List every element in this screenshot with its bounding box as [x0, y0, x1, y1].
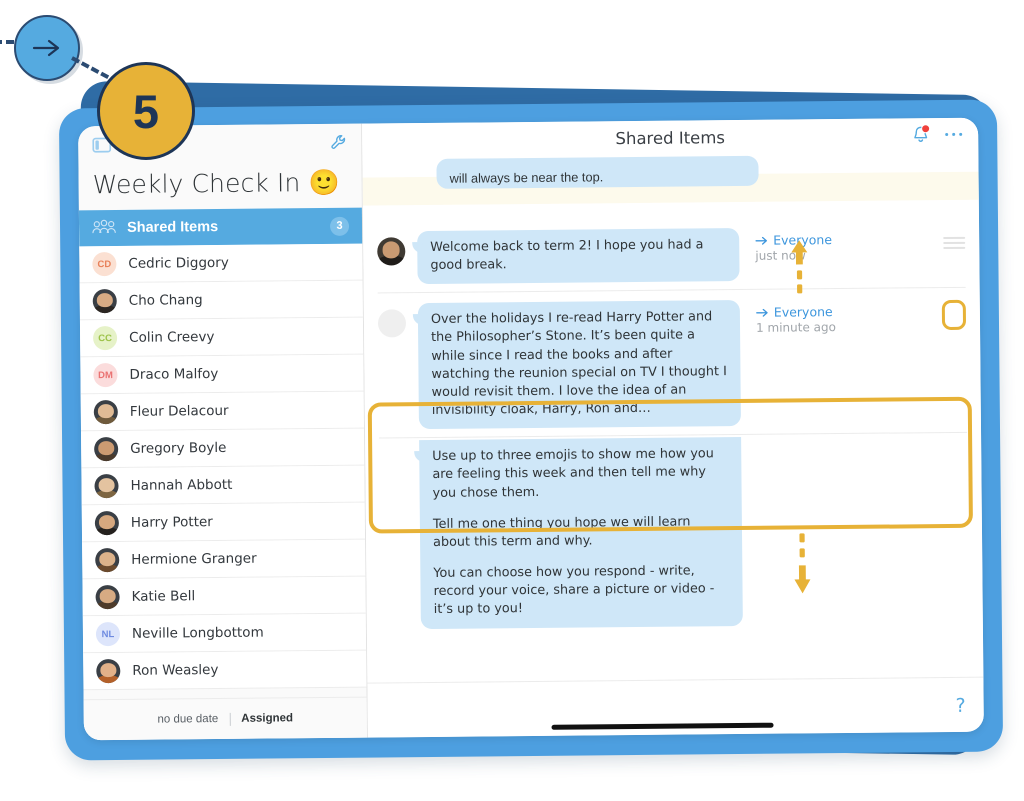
list-item-label: Hannah Abbott [130, 476, 233, 494]
avatar [93, 399, 118, 425]
message-text: Over the holidays I re-read Harry Potter… [430, 309, 727, 419]
arrow-right-small-icon [755, 236, 767, 245]
message-bubble[interactable]: Use up to three emojis to show me how yo… [419, 437, 743, 629]
main-title: Shared Items [615, 127, 726, 148]
shared-items-count: 3 [329, 216, 350, 236]
message-meta: Everyone just now [755, 226, 896, 281]
message-list: Welcome back to term 2! I hope you had a… [363, 222, 983, 643]
help-question-icon[interactable]: ? [955, 695, 965, 717]
message-recipient[interactable]: Everyone [756, 304, 896, 320]
arrow-right-small-icon [756, 308, 768, 317]
notification-bell-icon[interactable] [912, 124, 930, 144]
message-timestamp: 1 minute ago [755, 320, 837, 336]
list-item[interactable]: Gregory Boyle [81, 428, 365, 469]
hamburger-menu-icon[interactable] [941, 300, 967, 331]
message-meta: Everyone 1 minute ago [756, 299, 897, 426]
message-recipient[interactable]: Everyone [755, 231, 895, 248]
list-item[interactable]: Hannah Abbott [81, 465, 365, 506]
message-text: Use up to three emojis to show me how yo… [432, 446, 714, 501]
recipient-label: Everyone [773, 304, 833, 320]
list-item[interactable]: Fleur Delacour [80, 391, 364, 432]
footer-divider [229, 712, 231, 726]
list-item[interactable]: CC Colin Creevy [79, 317, 364, 358]
avatar-placeholder [377, 309, 407, 338]
list-item-label: Hermione Granger [131, 550, 257, 568]
message-avatar-slot [377, 231, 418, 285]
avatar [96, 658, 121, 684]
list-item[interactable]: Ron Weasley [83, 650, 367, 691]
avatar [94, 510, 119, 536]
list-item-label: Ron Weasley [132, 662, 219, 679]
main-footer: ? [367, 676, 984, 738]
list-item[interactable]: CD Cedric Diggory [79, 243, 363, 284]
message-row[interactable]: Over the holidays I re-read Harry Potter… [364, 288, 981, 438]
list-item-label: Neville Longbottom [131, 624, 264, 642]
sidebar-item-label: Shared Items [126, 218, 219, 236]
list-item-label: Colin Creevy [129, 329, 215, 346]
list-item-label: Fleur Delacour [129, 402, 229, 420]
scroll-up-arrow-icon [787, 238, 812, 299]
sidebar-footer: no due date Assigned [83, 696, 367, 741]
home-indicator [551, 722, 774, 730]
list-item-label: Cho Chang [128, 292, 203, 309]
avatar [92, 288, 117, 314]
avatar [377, 237, 406, 266]
list-item[interactable]: DM Draco Malfoy [80, 354, 364, 395]
avatar-initials: NL [95, 621, 121, 647]
message-bubble[interactable]: Welcome back to term 2! I hope you had a… [417, 227, 740, 285]
list-item-label: Cedric Diggory [128, 254, 229, 272]
screenshot-stage: 5 Weekly Check In 🙂 Shared Items 3 CD Ce… [0, 0, 1024, 801]
avatar-initials: CC [92, 325, 118, 351]
sidebar: Weekly Check In 🙂 Shared Items 3 CD Cedri… [78, 123, 368, 741]
avatar [94, 436, 119, 462]
list-item-label: Katie Bell [131, 588, 196, 605]
people-group-icon [92, 218, 116, 237]
avatar [95, 547, 120, 573]
more-options-icon[interactable] [944, 132, 963, 137]
sidebar-item-shared-items[interactable]: Shared Items 3 [78, 207, 363, 247]
partial-message-bubble: will always be near the top. [436, 155, 759, 189]
due-date-label: no due date [157, 713, 219, 726]
arrow-right-icon [14, 15, 80, 81]
list-item[interactable]: Cho Chang [79, 280, 363, 321]
page-title: Weekly Check In 🙂 [92, 167, 340, 200]
message-row[interactable]: Use up to three emojis to show me how yo… [365, 433, 983, 643]
message-avatar-slot [379, 440, 421, 629]
hamburger-menu-icon[interactable] [943, 235, 966, 251]
message-text: Welcome back to term 2! I hope you had a… [430, 237, 704, 274]
avatar-initials: DM [93, 362, 118, 388]
message-row[interactable]: Welcome back to term 2! I hope you had a… [363, 222, 980, 293]
message-meta [757, 436, 899, 626]
list-item[interactable]: Hermione Granger [82, 539, 366, 580]
message-text: Tell me one thing you hope we will learn… [432, 514, 691, 550]
message-avatar-slot [377, 303, 419, 429]
list-item-label: Harry Potter [130, 514, 213, 531]
message-bubble[interactable]: Over the holidays I re-read Harry Potter… [417, 300, 741, 430]
avatar [94, 473, 119, 499]
scroll-down-arrow-icon [790, 531, 815, 600]
notification-dot [920, 124, 930, 134]
assigned-label[interactable]: Assigned [241, 712, 293, 724]
main-panel: Shared Items will always be near the top… [362, 117, 984, 738]
list-item[interactable]: Katie Bell [82, 576, 366, 617]
member-list: CD Cedric Diggory Cho Chang CC Colin Creevy D… [79, 243, 367, 700]
list-item-label: Draco Malfoy [129, 365, 219, 383]
step-number-badge: 5 [97, 62, 195, 160]
list-item-label: Gregory Boyle [130, 439, 227, 457]
list-item[interactable]: NL Neville Longbottom [82, 613, 367, 654]
message-timestamp: just now [755, 248, 806, 263]
app-screen: Weekly Check In 🙂 Shared Items 3 CD Cedri… [78, 117, 984, 741]
message-thread[interactable]: will always be near the top. Welcome bac… [362, 152, 983, 683]
list-item[interactable]: Harry Potter [81, 502, 366, 543]
message-text: You can choose how you respond - write, … [433, 563, 715, 618]
avatar [95, 584, 120, 610]
avatar-initials: CD [92, 251, 117, 277]
header-icons [912, 124, 963, 144]
wrench-icon[interactable] [330, 134, 347, 156]
